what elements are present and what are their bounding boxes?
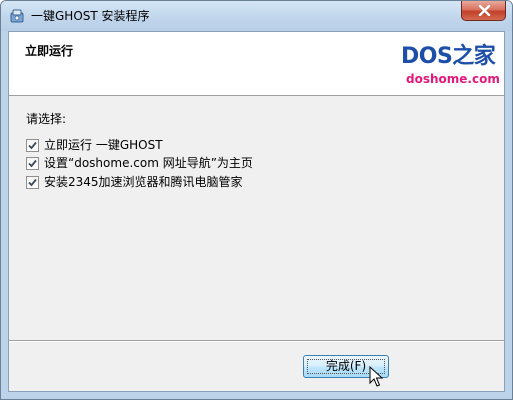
checkmark-icon (28, 159, 37, 168)
title-bar[interactable]: 一键GHOST 安装程序 (1, 1, 512, 31)
set-homepage-label: 设置“doshome.com 网址导航”为主页 (44, 156, 253, 170)
mouse-pointer-icon (369, 365, 384, 392)
installer-icon (9, 8, 25, 24)
run-ghost-checkbox[interactable] (26, 139, 39, 152)
set-homepage-checkbox[interactable] (26, 157, 39, 170)
checkmark-icon (28, 141, 37, 150)
dos-home-logo: DOS之家 (401, 44, 496, 69)
checkmark-icon (28, 178, 37, 187)
run-ghost-label: 立即运行 一键GHOST (44, 138, 163, 152)
select-prompt: 请选择: (26, 112, 67, 126)
header-panel: 立即运行 DOS之家 doshome.com (9, 32, 504, 96)
dos-home-logo-url: doshome.com (406, 72, 500, 86)
footer-divider (9, 340, 504, 342)
window-title: 一键GHOST 安装程序 (31, 9, 150, 23)
page-title: 立即运行 (25, 44, 74, 58)
install-browser-label: 安装2345加速浏览器和腾讯电脑管家 (44, 175, 243, 189)
installer-window: 一键GHOST 安装程序 立即运行 DOS之家 doshome.com 请选择:… (0, 0, 513, 400)
install-browser-checkbox[interactable] (26, 176, 39, 189)
close-button[interactable] (461, 1, 506, 21)
dialog-client-area: 立即运行 DOS之家 doshome.com 请选择: 立即运行 一键GHOST… (8, 31, 505, 392)
close-icon (478, 5, 491, 16)
